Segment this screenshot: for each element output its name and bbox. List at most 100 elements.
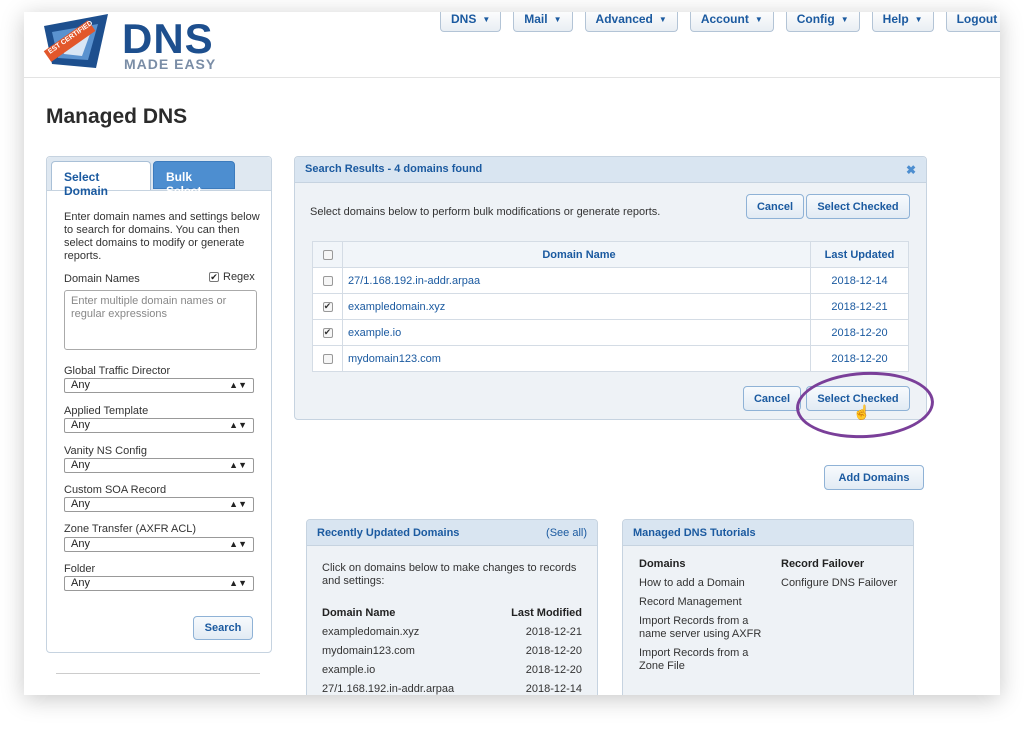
nav-advanced-label: Advanced	[595, 12, 653, 26]
col-domain-name[interactable]: Domain Name	[342, 241, 811, 268]
caret-down-icon: ▼	[840, 15, 849, 24]
hand-cursor-icon: ☝	[853, 404, 871, 420]
close-icon[interactable]: ✖	[906, 163, 916, 177]
results-title: Search Results - 4 domains found	[305, 163, 483, 175]
domain-names-textarea[interactable]: Enter multiple domain names or regular e…	[64, 290, 257, 350]
recent-domain-link[interactable]: example.io	[322, 664, 375, 676]
row-checkbox[interactable]: ✔	[322, 327, 333, 338]
tutorials-heading-domains: Domains	[639, 558, 686, 570]
caret-down-icon: ▼	[553, 15, 562, 24]
filter-select-soa[interactable]: Any ▲▼	[64, 497, 254, 512]
select-value: Any	[71, 379, 90, 391]
tutorials-heading-failover: Record Failover	[781, 558, 865, 570]
nav-logout[interactable]: Logout	[945, 12, 1000, 32]
recent-domain-link[interactable]: mydomain123.com	[322, 645, 415, 657]
nav-account[interactable]: Account ▼	[689, 12, 774, 32]
regex-checkbox[interactable]: ✔	[209, 272, 219, 282]
sidebar-tabs: Select Domain Bulk Select	[47, 157, 271, 198]
regex-option: ✔ Regex	[209, 271, 255, 283]
results-header: Search Results - 4 domains found ✖	[295, 157, 926, 183]
filter-label-soa: Custom SOA Record	[64, 484, 167, 496]
row-checkbox[interactable]: ✔	[322, 301, 333, 312]
filter-select-axfr[interactable]: Any ▲▼	[64, 537, 254, 552]
nav-dns[interactable]: DNS ▼	[440, 12, 502, 32]
tutorials-title: Managed DNS Tutorials	[633, 527, 756, 539]
domain-link[interactable]: exampledomain.xyz	[342, 293, 811, 320]
row-checkbox-cell	[312, 345, 343, 372]
cancel-button-bottom[interactable]: Cancel	[743, 386, 801, 411]
search-button[interactable]: Search	[193, 616, 253, 640]
row-checkbox[interactable]	[322, 353, 333, 364]
nav-config[interactable]: Config ▼	[785, 12, 860, 32]
select-arrows-icon: ▲▼	[229, 539, 247, 549]
select-value: Any	[71, 459, 90, 471]
row-checkbox[interactable]	[322, 275, 333, 286]
recent-domain-link[interactable]: exampledomain.xyz	[322, 626, 419, 638]
filter-select-template[interactable]: Any ▲▼	[64, 418, 254, 433]
select-arrows-icon: ▲▼	[229, 380, 247, 390]
nav-logout-label: Logout	[956, 12, 998, 26]
tab-select-domain[interactable]: Select Domain	[51, 161, 151, 198]
filter-select-gtd[interactable]: Any ▲▼	[64, 378, 254, 393]
recent-domain-date: 2018-12-20	[525, 664, 582, 676]
filter-select-vanity-ns[interactable]: Any ▲▼	[64, 458, 254, 473]
tab-bulk-select[interactable]: Bulk Select	[153, 161, 235, 198]
tutorial-link[interactable]: Configure DNS Failover	[781, 577, 909, 590]
nav-advanced[interactable]: Advanced ▼	[584, 12, 678, 32]
recent-description: Click on domains below to make changes t…	[322, 562, 577, 587]
nav-config-label: Config	[796, 12, 835, 26]
nav-account-label: Account	[700, 12, 749, 26]
recent-domains-panel: Recently Updated Domains (See all) Click…	[306, 519, 598, 695]
select-all-checkbox[interactable]	[322, 249, 333, 260]
domain-link[interactable]: mydomain123.com	[342, 345, 811, 372]
nav-help[interactable]: Help ▼	[871, 12, 934, 32]
recent-domain-date: 2018-12-21	[525, 626, 582, 638]
select-all-cell	[312, 241, 343, 268]
filter-label-axfr: Zone Transfer (AXFR ACL)	[64, 523, 197, 535]
select-value: Any	[71, 419, 90, 431]
regex-label: Regex	[223, 271, 255, 283]
table-row: mydomain123.com 2018-12-20	[312, 345, 909, 372]
select-checked-button-top[interactable]: Select Checked	[806, 194, 910, 219]
results-table: Domain Name Last Updated 27/1.168.192.in…	[312, 241, 909, 372]
tutorials-header: Managed DNS Tutorials	[623, 520, 913, 546]
table-header-row: Domain Name Last Updated	[312, 241, 909, 268]
last-updated-date: 2018-12-14	[810, 267, 909, 294]
logo[interactable]: EST CERTIFIED DNS MADE EASY	[38, 14, 268, 76]
sidebar-search-panel: Select Domain Bulk Select Enter domain n…	[46, 156, 272, 653]
app-window: EST CERTIFIED DNS MADE EASY DNS ▼ Mail ▼ A…	[24, 12, 1000, 695]
select-arrows-icon: ▲▼	[229, 578, 247, 588]
nav-mail-label: Mail	[524, 12, 548, 26]
tutorial-link[interactable]: Import Records from a Zone File	[639, 647, 767, 673]
col-last-updated[interactable]: Last Updated	[810, 241, 909, 268]
tutorials-panel: Managed DNS Tutorials Domains How to add…	[622, 519, 914, 695]
domain-link[interactable]: example.io	[342, 319, 811, 346]
tutorial-link[interactable]: Import Records from a name server using …	[639, 615, 767, 641]
nav-mail[interactable]: Mail ▼	[513, 12, 573, 32]
select-value: Any	[71, 538, 90, 550]
caret-down-icon: ▼	[754, 15, 763, 24]
cancel-button-top[interactable]: Cancel	[746, 194, 804, 219]
recent-domain-link[interactable]: 27/1.168.192.in-addr.arpaa	[322, 683, 454, 695]
select-value: Any	[71, 498, 90, 510]
caret-down-icon: ▼	[658, 15, 667, 24]
recent-domain-date: 2018-12-20	[525, 645, 582, 657]
row-checkbox-cell: ✔	[312, 319, 343, 346]
sidebar-divider	[56, 673, 260, 674]
logo-wordmark: DNS	[122, 15, 214, 62]
last-updated-date: 2018-12-20	[810, 319, 909, 346]
filter-select-folder[interactable]: Any ▲▼	[64, 576, 254, 591]
row-checkbox-cell: ✔	[312, 293, 343, 320]
tutorial-link[interactable]: How to add a Domain	[639, 577, 767, 590]
domain-link[interactable]: 27/1.168.192.in-addr.arpaa	[342, 267, 811, 294]
see-all-link[interactable]: (See all)	[546, 527, 587, 539]
add-domains-button[interactable]: Add Domains	[824, 465, 924, 490]
header: EST CERTIFIED DNS MADE EASY DNS ▼ Mail ▼ A…	[24, 12, 1000, 78]
last-updated-date: 2018-12-20	[810, 345, 909, 372]
tutorial-link[interactable]: Record Management	[639, 596, 767, 609]
logo-mark-icon: EST CERTIFIED	[43, 14, 108, 68]
last-updated-date: 2018-12-21	[810, 293, 909, 320]
recent-header: Recently Updated Domains (See all)	[307, 520, 597, 546]
nav-help-label: Help	[882, 12, 909, 26]
table-row: 27/1.168.192.in-addr.arpaa 2018-12-14	[312, 267, 909, 294]
